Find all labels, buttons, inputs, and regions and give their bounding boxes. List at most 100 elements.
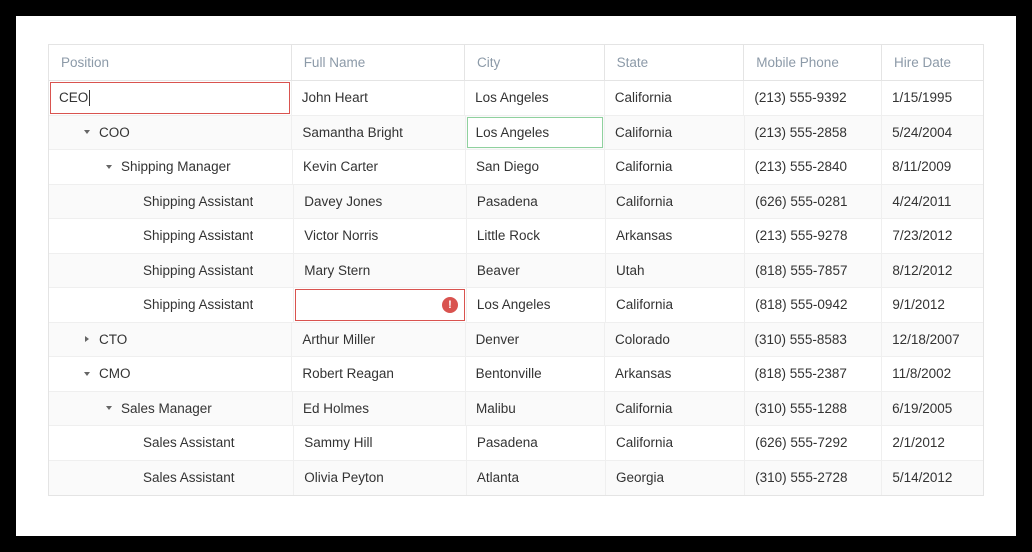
cell-position[interactable]: Sales Manager — [49, 392, 293, 426]
cell-city[interactable]: Pasadena — [467, 185, 606, 219]
cell-fullname[interactable]: Samantha Bright — [292, 116, 465, 150]
cell-phone[interactable]: (213) 555-9392 — [744, 81, 882, 115]
cell-fullname[interactable]: Davey Jones — [294, 185, 467, 219]
col-header-fullname[interactable]: Full Name — [292, 45, 465, 80]
cell-phone[interactable]: (213) 555-9278 — [745, 219, 882, 253]
collapse-icon[interactable] — [81, 368, 93, 380]
table-row[interactable]: Shipping AssistantMary SternBeaverUtah(8… — [49, 254, 983, 289]
col-header-city[interactable]: City — [465, 45, 605, 80]
col-header-position[interactable]: Position — [49, 45, 292, 80]
cell-city[interactable]: Los Angeles — [465, 81, 605, 115]
cell-phone[interactable]: (818) 555-2387 — [745, 357, 883, 391]
cell-hiredate[interactable]: 9/1/2012 — [882, 288, 983, 322]
cell-state[interactable]: Arkansas — [605, 357, 744, 391]
cell-state[interactable]: Georgia — [606, 461, 745, 496]
position-editor[interactable]: CEO — [50, 82, 290, 114]
col-header-hiredate[interactable]: Hire Date — [882, 45, 983, 80]
table-row[interactable]: CMORobert ReaganBentonvilleArkansas(818)… — [49, 357, 983, 392]
cell-hiredate[interactable]: 8/11/2009 — [882, 150, 983, 184]
cell-city[interactable]: Denver — [466, 323, 605, 357]
position-label: Sales Manager — [121, 401, 212, 416]
cell-state[interactable]: California — [605, 392, 744, 426]
table-row[interactable]: Shipping AssistantDavey JonesPasadenaCal… — [49, 185, 983, 220]
cell-city[interactable]: Malibu — [466, 392, 605, 426]
table-row[interactable]: COO Samantha BrightLos AngelesCalifornia(… — [49, 116, 983, 151]
collapse-icon[interactable] — [103, 402, 115, 414]
table-row[interactable]: CEOJohn HeartLos AngelesCalifornia(213) … — [49, 81, 983, 116]
cell-position[interactable]: COO — [49, 116, 292, 150]
cell-fullname[interactable]: Olivia Peyton — [294, 461, 467, 496]
cell-position[interactable]: Shipping Manager — [49, 150, 293, 184]
cell-phone[interactable]: (626) 555-0281 — [745, 185, 882, 219]
cell-hiredate[interactable]: 7/23/2012 — [882, 219, 983, 253]
cell-fullname[interactable]: Mary Stern — [294, 254, 467, 288]
fullname-invalid-editor[interactable]: ! — [295, 289, 465, 321]
cell-fullname[interactable]: Kevin Carter — [293, 150, 466, 184]
cell-position[interactable]: Sales Assistant — [49, 461, 294, 496]
cell-hiredate[interactable]: 8/12/2012 — [882, 254, 983, 288]
cell-hiredate[interactable]: 5/14/2012 — [882, 461, 983, 496]
cell-hiredate[interactable]: 5/24/2004 — [882, 116, 983, 150]
table-row[interactable]: Shipping AssistantVictor NorrisLittle Ro… — [49, 219, 983, 254]
cell-state[interactable]: California — [606, 288, 745, 322]
table-row[interactable]: Sales Manager Ed HolmesMalibuCalifornia(3… — [49, 392, 983, 427]
cell-phone[interactable]: (213) 555-2840 — [745, 150, 882, 184]
cell-phone[interactable]: (310) 555-1288 — [745, 392, 882, 426]
cell-state[interactable]: California — [606, 426, 745, 460]
cell-city[interactable]: Los Angeles — [466, 116, 605, 150]
table-row[interactable]: CTOArthur MillerDenverColorado(310) 555-… — [49, 323, 983, 358]
position-label: COO — [99, 125, 130, 140]
col-header-state[interactable]: State — [605, 45, 745, 80]
cell-city[interactable]: Beaver — [467, 254, 606, 288]
cell-hiredate[interactable]: 6/19/2005 — [882, 392, 983, 426]
cell-state[interactable]: California — [606, 185, 745, 219]
table-row[interactable]: Sales AssistantSammy HillPasadenaCalifor… — [49, 426, 983, 461]
cell-hiredate[interactable]: 1/15/1995 — [882, 81, 983, 115]
cell-position[interactable]: CMO — [49, 357, 292, 391]
collapse-icon[interactable] — [103, 161, 115, 173]
cell-position[interactable]: CEO — [49, 81, 292, 115]
table-row[interactable]: Shipping Assistant!Los AngelesCalifornia… — [49, 288, 983, 323]
cell-city[interactable]: Bentonville — [466, 357, 605, 391]
cell-fullname[interactable]: ! — [294, 288, 467, 322]
cell-state[interactable]: Utah — [606, 254, 745, 288]
cell-state[interactable]: California — [605, 81, 745, 115]
table-row[interactable]: Shipping ManagerKevin CarterSan DiegoCal… — [49, 150, 983, 185]
cell-position[interactable]: Shipping Assistant — [49, 254, 294, 288]
cell-city[interactable]: San Diego — [466, 150, 605, 184]
cell-phone[interactable]: (310) 555-2728 — [745, 461, 882, 496]
cell-fullname[interactable]: Ed Holmes — [293, 392, 466, 426]
cell-fullname[interactable]: John Heart — [292, 81, 465, 115]
cell-position[interactable]: Shipping Assistant — [49, 288, 294, 322]
cell-phone[interactable]: (818) 555-0942 — [745, 288, 882, 322]
cell-city[interactable]: Atlanta — [467, 461, 606, 496]
cell-hiredate[interactable]: 11/8/2002 — [882, 357, 983, 391]
cell-fullname[interactable]: Victor Norris — [294, 219, 467, 253]
cell-fullname[interactable]: Robert Reagan — [292, 357, 465, 391]
cell-position[interactable]: CTO — [49, 323, 292, 357]
cell-state[interactable]: Colorado — [605, 323, 744, 357]
cell-city[interactable]: Los Angeles — [467, 288, 606, 322]
cell-hiredate[interactable]: 12/18/2007 — [882, 323, 983, 357]
cell-state[interactable]: California — [605, 150, 744, 184]
cell-city[interactable]: Pasadena — [467, 426, 606, 460]
cell-position[interactable]: Shipping Assistant — [49, 219, 294, 253]
cell-position[interactable]: Shipping Assistant — [49, 185, 294, 219]
cell-position[interactable]: Sales Assistant — [49, 426, 294, 460]
city-modified-indicator[interactable]: Los Angeles — [467, 117, 603, 149]
cell-phone[interactable]: (818) 555-7857 — [745, 254, 882, 288]
cell-city[interactable]: Little Rock — [467, 219, 606, 253]
table-row[interactable]: Sales AssistantOlivia PeytonAtlantaGeorg… — [49, 461, 983, 496]
collapse-icon[interactable] — [81, 126, 93, 138]
cell-phone[interactable]: (213) 555-2858 — [745, 116, 883, 150]
cell-hiredate[interactable]: 4/24/2011 — [882, 185, 983, 219]
expand-icon[interactable] — [81, 333, 93, 345]
cell-state[interactable]: Arkansas — [606, 219, 745, 253]
cell-phone[interactable]: (310) 555-8583 — [745, 323, 883, 357]
cell-fullname[interactable]: Arthur Miller — [292, 323, 465, 357]
cell-phone[interactable]: (626) 555-7292 — [745, 426, 882, 460]
cell-fullname[interactable]: Sammy Hill — [294, 426, 467, 460]
cell-state[interactable]: California — [605, 116, 744, 150]
cell-hiredate[interactable]: 2/1/2012 — [882, 426, 983, 460]
col-header-mobile[interactable]: Mobile Phone — [744, 45, 882, 80]
